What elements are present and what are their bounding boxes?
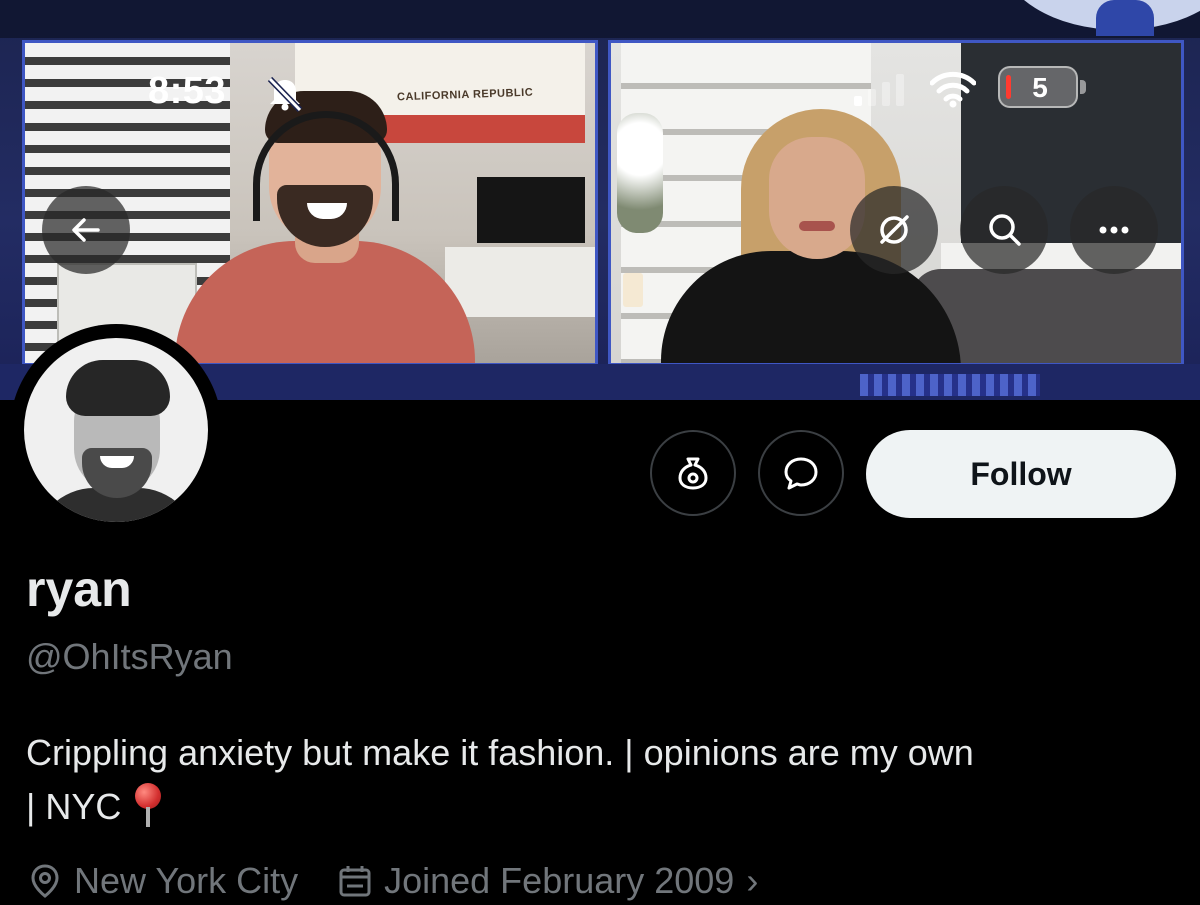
avatar-ring[interactable] [10,324,222,536]
wifi-icon [930,71,976,108]
joined-text: Joined February 2009 [384,860,735,901]
translate-button[interactable] [850,186,938,274]
location-item: New York City [26,860,298,902]
cellular-signal-icon [854,74,904,106]
message-icon [784,457,818,490]
banner-stripe-decoration [860,374,1040,396]
tv-cabinet [445,247,595,317]
back-button[interactable] [42,186,130,274]
display-name: ryan [26,561,132,617]
banner-tower-decoration [1096,0,1154,36]
candle [623,273,643,307]
location-pin-icon [31,864,59,898]
message-button[interactable] [758,430,844,516]
status-time: 8:53 [148,70,227,112]
bio-line-2-text: | NYC [26,786,122,827]
grok-icon [678,457,708,490]
location-text: New York City [74,860,299,901]
bio-line-2: | NYC [26,780,1186,834]
grok-button[interactable] [650,430,736,516]
battery-tip [1080,80,1086,94]
profile-meta: New York City Joined February 2009 › [26,856,796,905]
more-button[interactable] [1070,186,1158,274]
guest-lips [799,221,835,231]
avatar-hair [66,360,170,416]
follow-button[interactable]: Follow [866,430,1176,518]
white-flowers [617,113,663,233]
battery-percent: 5 [1032,72,1048,103]
user-handle: @OhItsRyan [26,636,233,677]
banner-top-strip [0,0,1200,38]
no-translate-icon [880,215,909,244]
calendar-icon [339,866,371,897]
silent-mode-icon [267,76,303,112]
battery-indicator: 5 [998,66,1078,108]
bio: Crippling anxiety but make it fashion. |… [26,726,1186,834]
bio-line-1: Crippling anxiety but make it fashion. |… [26,732,974,773]
chevron-right-icon: › [746,860,759,901]
television [477,177,585,243]
joined-item[interactable]: Joined February 2009 › [336,860,758,902]
avatar[interactable] [24,338,208,522]
arrow-left-icon [72,218,100,242]
search-button[interactable] [960,186,1048,274]
more-icon [1099,226,1129,234]
search-icon [989,214,1021,246]
round-pushpin-icon [133,783,163,827]
